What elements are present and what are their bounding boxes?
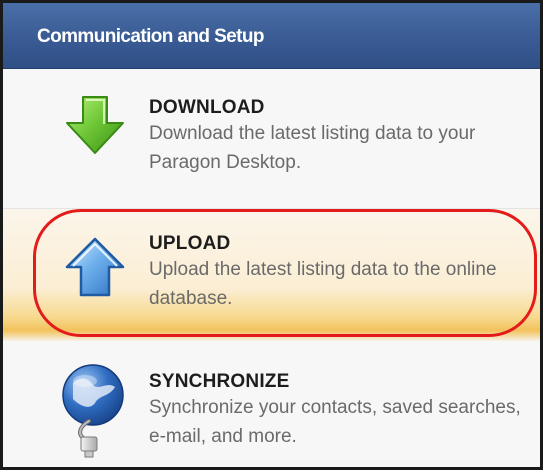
synchronize-option[interactable]: SYNCHRONIZE Synchronize your contacts, s… xyxy=(3,341,540,467)
synchronize-description: Synchronize your contacts, saved searche… xyxy=(149,397,521,447)
synchronize-title: SYNCHRONIZE xyxy=(149,371,290,392)
communication-setup-panel: Communication and Setup DOWNLOAD Downloa… xyxy=(0,0,543,470)
globe-cable-icon xyxy=(62,364,124,458)
upload-description: Upload the latest listing data to the on… xyxy=(149,259,497,309)
upload-arrow-icon xyxy=(65,237,125,297)
panel-header: Communication and Setup xyxy=(3,3,540,69)
download-arrow-icon xyxy=(66,96,124,154)
download-option[interactable]: DOWNLOAD Download the latest listing dat… xyxy=(3,69,540,209)
panel-title: Communication and Setup xyxy=(37,26,264,47)
download-title: DOWNLOAD xyxy=(149,97,265,118)
upload-title: UPLOAD xyxy=(149,233,231,254)
download-description: Download the latest listing data to your… xyxy=(149,123,476,173)
upload-option[interactable]: UPLOAD Upload the latest listing data to… xyxy=(3,209,540,341)
